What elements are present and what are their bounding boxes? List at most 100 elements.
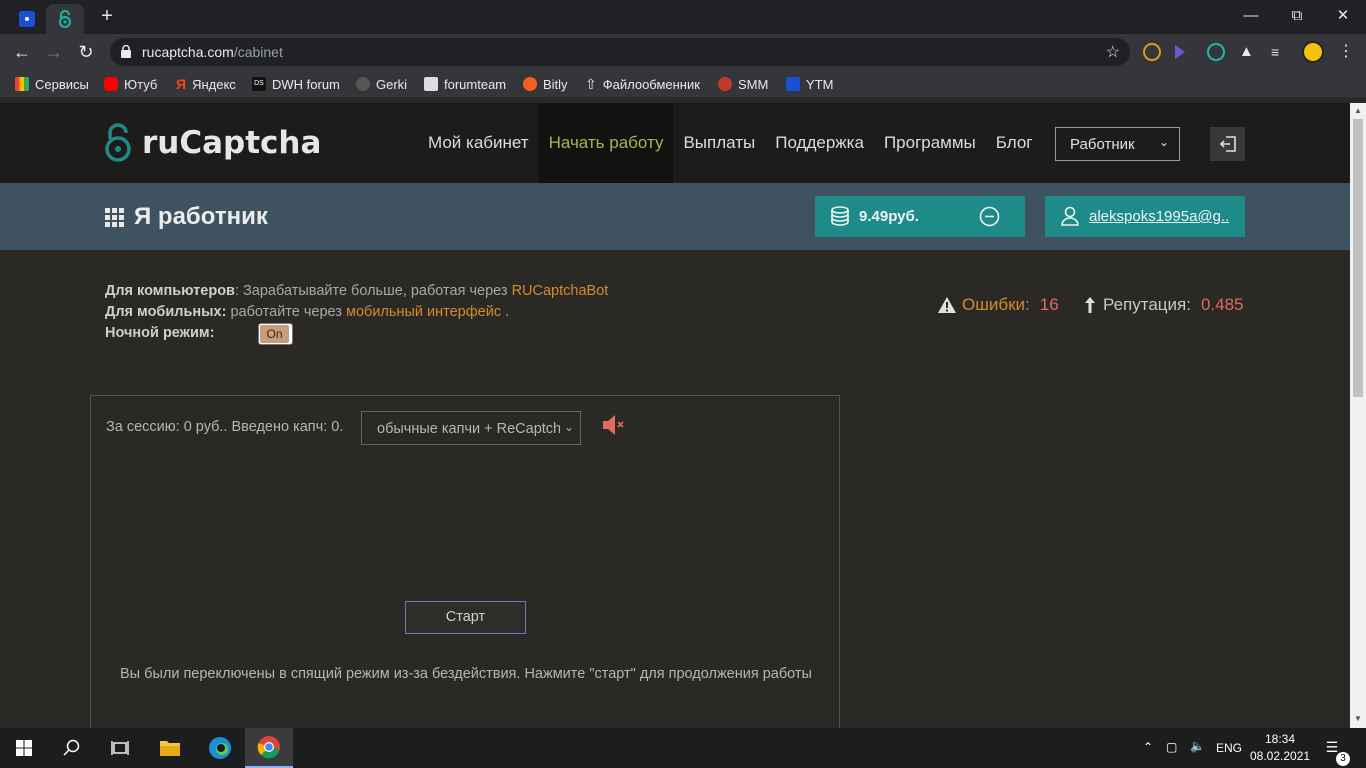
volume-icon[interactable]: 🔈	[1190, 739, 1205, 753]
nav-payouts[interactable]: Выплаты	[673, 103, 765, 183]
rucaptcha-extension-icon[interactable]	[1207, 43, 1225, 61]
start-button[interactable]: Старт	[405, 601, 526, 634]
edge-icon	[209, 737, 231, 759]
user-account-box[interactable]: alekspoks1995a@g...	[1045, 196, 1245, 237]
sound-muted-icon[interactable]	[601, 412, 627, 438]
ytm-icon	[786, 77, 800, 91]
bookmark-youtube[interactable]: Ютуб	[104, 75, 157, 93]
bookmark-gerki[interactable]: Gerki	[356, 75, 407, 93]
page-content: ruCaptcha Мой кабинет Начать работу Выпл…	[0, 103, 1350, 728]
scroll-up-arrow[interactable]: ▲	[1353, 106, 1363, 116]
browser-menu-icon[interactable]: ⋮	[1338, 43, 1356, 61]
logout-icon	[1219, 136, 1236, 152]
profile-avatar[interactable]	[1302, 41, 1324, 63]
start-menu-button[interactable]	[0, 728, 48, 768]
chevron-down-icon: ⌄	[559, 420, 574, 434]
role-select[interactable]: Работник ⌄	[1055, 127, 1180, 161]
forumteam-icon	[424, 77, 438, 91]
warning-icon	[938, 297, 956, 313]
show-hidden-icons[interactable]: ⌃	[1143, 740, 1153, 754]
bookmark-fileshare[interactable]: ⇧ Файлообменник	[585, 75, 700, 93]
user-icon	[1061, 206, 1079, 226]
close-window-button[interactable]: ✕	[1320, 0, 1366, 30]
work-panel: За сессию: 0 руб.. Введено капч: 0. обыч…	[90, 395, 840, 728]
language-indicator[interactable]: ENG	[1216, 741, 1242, 755]
bookmark-dwh-forum[interactable]: DS DWH forum	[252, 75, 340, 93]
media-controls-icon[interactable]: ≡	[1271, 43, 1289, 61]
search-button[interactable]	[48, 728, 96, 768]
bookmark-forumteam[interactable]: forumteam	[424, 75, 506, 93]
clock-time[interactable]: 18:34	[1250, 732, 1310, 746]
bookmark-bitly[interactable]: Bitly	[523, 75, 568, 93]
browser-tab-bar: + — ⧉ ✕	[0, 0, 1366, 34]
toggle-on-label: On	[260, 325, 289, 343]
bitly-icon	[523, 77, 537, 91]
reload-button[interactable]: ↻	[74, 40, 98, 64]
nav-support[interactable]: Поддержка	[765, 103, 874, 183]
session-stats: За сессию: 0 руб.. Введено капч: 0.	[106, 419, 344, 435]
chrome-icon	[257, 736, 280, 759]
user-email-link[interactable]: alekspoks1995a@g...	[1089, 208, 1229, 225]
errors-stat: Ошибки: 16	[937, 294, 1059, 316]
rucaptchabot-link[interactable]: RUCaptchaBot	[512, 283, 609, 299]
new-tab-button[interactable]: +	[96, 5, 118, 27]
edge-browser-button[interactable]	[196, 728, 244, 768]
maximize-button[interactable]: ⧉	[1274, 0, 1320, 30]
browser-tab-1[interactable]	[10, 4, 44, 34]
page-title: Я работник	[134, 203, 268, 230]
folder-icon	[160, 741, 180, 756]
windows-taskbar: ⌃ ▢ 🔈 ENG 18:34 08.02.2021 ☰ 3	[0, 728, 1366, 768]
apps-grid-icon	[15, 77, 29, 91]
rucaptcha-favicon	[59, 10, 71, 28]
network-icon[interactable]: ▢	[1166, 740, 1177, 754]
extension-icon-1[interactable]	[1143, 43, 1161, 61]
bookmark-star-icon[interactable]: ☆	[1106, 42, 1120, 62]
scroll-down-arrow[interactable]: ▼	[1353, 714, 1363, 724]
nav-blog[interactable]: Блог	[986, 103, 1043, 183]
bookmark-smm[interactable]: SMM	[718, 75, 768, 93]
info-computers: Для компьютеров: Зарабатывайте больше, р…	[105, 283, 609, 299]
bookmark-ytm[interactable]: YTM	[786, 75, 833, 93]
task-view-icon	[111, 741, 129, 755]
extension-play-icon[interactable]	[1175, 45, 1185, 59]
address-bar[interactable]: rucaptcha.com/cabinet ☆	[110, 38, 1130, 66]
lock-icon	[121, 45, 131, 58]
back-button[interactable]: ←	[10, 40, 34, 64]
withdraw-minus-icon[interactable]	[979, 206, 1000, 227]
scrollbar-thumb[interactable]	[1353, 119, 1363, 397]
logout-button[interactable]	[1210, 127, 1245, 161]
nav-my-cabinet[interactable]: Мой кабинет	[418, 103, 539, 183]
sleep-mode-message: Вы были переключены в спящий режим из-за…	[120, 666, 812, 682]
task-view-button[interactable]	[96, 728, 144, 768]
reputation-stat: Репутация: 0.485	[1083, 294, 1244, 316]
page-scrollbar[interactable]: ▲ ▼	[1350, 103, 1366, 728]
mobile-interface-link[interactable]: мобильный интерфейс	[346, 304, 501, 320]
captcha-type-select[interactable]: обычные капчи + ReCaptcha ⌄	[361, 411, 581, 445]
bookmark-yandex[interactable]: Я Яндекс	[176, 75, 236, 93]
nav-start-work[interactable]: Начать работу	[538, 103, 674, 183]
forward-button[interactable]: →	[42, 40, 66, 64]
browser-toolbar: ← → ↻ rucaptcha.com/cabinet ☆ ▲ ≡ ⋮	[0, 34, 1366, 70]
yandex-icon: Я	[176, 76, 187, 92]
bookmark-services[interactable]: Сервисы	[15, 75, 89, 93]
browser-tab-rucaptcha[interactable]	[46, 4, 84, 34]
app-icon	[19, 11, 35, 27]
logo-text: ruCaptcha	[142, 125, 322, 161]
sub-header: Я работник 9.49руб. alekspoks1995a@g...	[0, 183, 1350, 250]
nav-programs[interactable]: Программы	[874, 103, 986, 183]
clock-date[interactable]: 08.02.2021	[1250, 749, 1310, 763]
coins-icon	[831, 206, 849, 226]
minimize-button[interactable]: —	[1228, 0, 1274, 30]
gerki-icon	[356, 77, 370, 91]
balance-box[interactable]: 9.49руб.	[815, 196, 1025, 237]
padlock-logo-icon	[105, 123, 131, 162]
balance-value: 9.49руб.	[859, 208, 919, 225]
extensions-puzzle-icon[interactable]: ▲	[1239, 43, 1257, 61]
site-logo[interactable]: ruCaptcha	[104, 123, 321, 163]
notifications-count-badge: 3	[1336, 752, 1350, 766]
bookmarks-bar: Сервисы Ютуб Я Яндекс DS DWH forum Gerki f…	[0, 70, 1366, 98]
night-mode-label: Ночной режим:	[105, 325, 215, 341]
file-explorer-button[interactable]	[146, 728, 194, 768]
chrome-taskbar-button[interactable]	[245, 728, 293, 768]
night-mode-toggle[interactable]: On	[258, 323, 293, 345]
